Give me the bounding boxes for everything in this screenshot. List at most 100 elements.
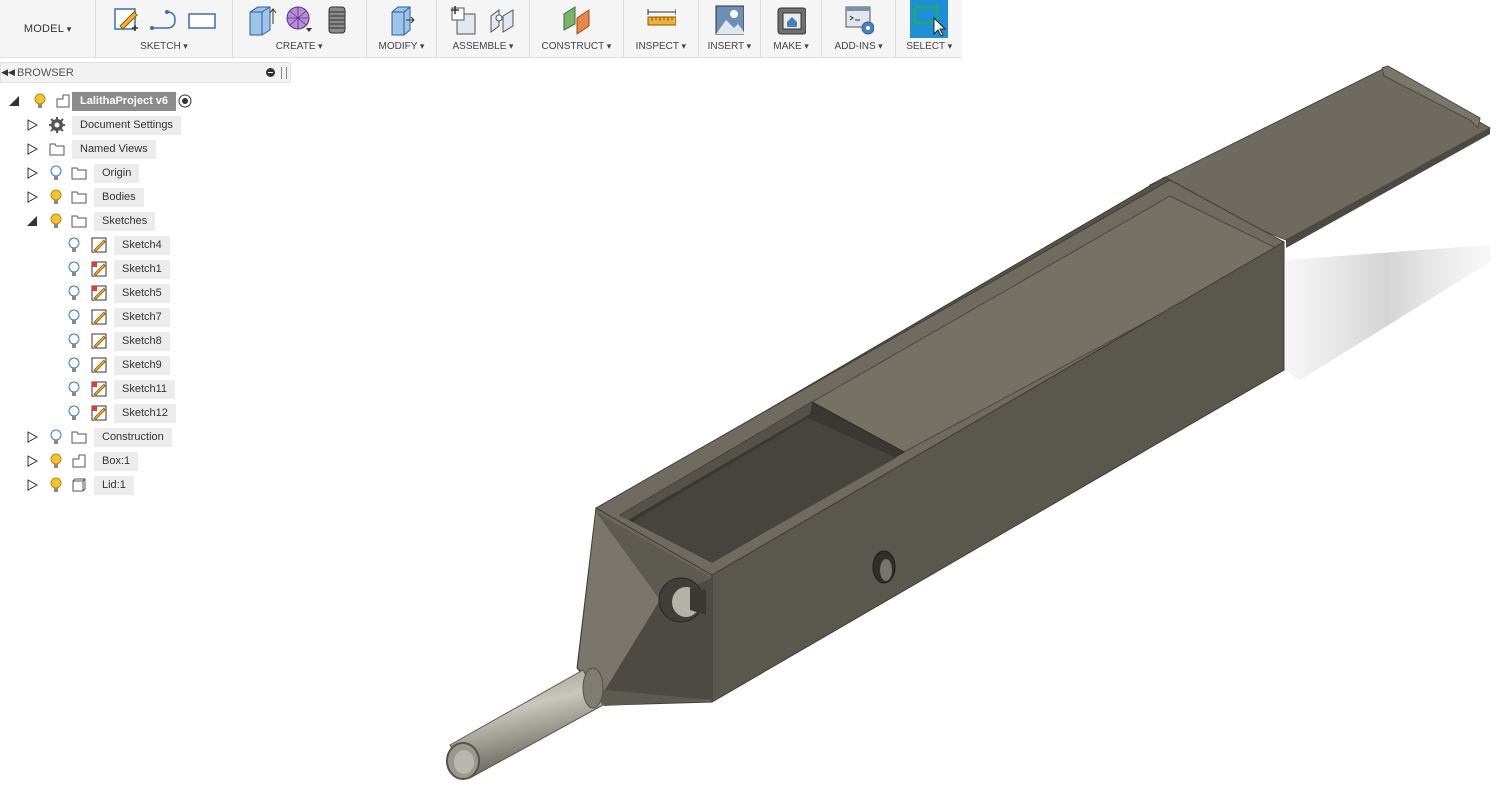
expand-open-icon[interactable] — [8, 94, 20, 108]
tree-item-box[interactable]: Box:1 — [26, 451, 139, 471]
tree-item-label[interactable]: Sketch11 — [114, 379, 176, 399]
tree-item-sketch[interactable]: Sketch12 — [66, 403, 176, 423]
bulb-off-icon[interactable] — [66, 381, 82, 397]
tree-item-label[interactable]: Construction — [94, 427, 172, 447]
select-menu[interactable]: SELECT — [896, 40, 962, 57]
modify-menu[interactable]: MODIFY — [367, 40, 437, 57]
insert-menu[interactable]: INSERT — [699, 40, 761, 57]
tree-item-sketch[interactable]: Sketch11 — [66, 379, 176, 399]
tree-item-lid[interactable]: Lid:1 — [26, 475, 134, 495]
sketch-icon — [90, 309, 108, 325]
tree-item-sketch[interactable]: Sketch5 — [66, 283, 170, 303]
bulb-on-icon[interactable] — [48, 189, 64, 205]
bulb-off-icon[interactable] — [66, 237, 82, 253]
tree-item-label[interactable]: Lid:1 — [94, 475, 134, 495]
construct-menu[interactable]: CONSTRUCT — [530, 40, 623, 57]
assemble-menu[interactable]: ASSEMBLE — [437, 40, 528, 57]
tree-item-label[interactable]: Sketch12 — [114, 403, 176, 423]
tree-item-label[interactable]: Sketch8 — [114, 331, 170, 351]
new-component-icon[interactable] — [449, 4, 479, 36]
tree-item-sketch[interactable]: Sketch9 — [66, 355, 170, 375]
bulb-off-icon[interactable] — [48, 165, 64, 181]
panel-grip-icon[interactable] — [281, 66, 287, 79]
expand-closed-icon[interactable] — [26, 478, 38, 492]
extrude-icon[interactable] — [246, 4, 277, 36]
tree-item-label[interactable]: Box:1 — [94, 451, 139, 471]
tree-root-label[interactable]: LalithaProject v6 — [72, 91, 177, 111]
offset-plane-icon[interactable] — [561, 4, 591, 36]
rectangle-tool-icon[interactable] — [187, 4, 217, 36]
bulb-off-icon[interactable] — [66, 309, 82, 325]
toolbar: MODEL SKETCH C — [0, 0, 962, 58]
collapse-browser-icon[interactable]: ◀◀ — [1, 67, 15, 78]
expand-open-icon[interactable] — [26, 214, 38, 228]
tree-item-label[interactable]: Sketch1 — [114, 259, 170, 279]
expand-closed-icon[interactable] — [26, 166, 38, 180]
tree-item-label[interactable]: Named Views — [72, 139, 156, 159]
tree-item-label[interactable]: Sketch5 — [114, 283, 170, 303]
form-icon[interactable] — [284, 4, 314, 36]
tree-item-sketch[interactable]: Sketch8 — [66, 331, 170, 351]
bulb-off-icon[interactable] — [66, 261, 82, 277]
tree-item-sketch[interactable]: Sketch7 — [66, 307, 170, 327]
minimize-browser-icon[interactable] — [266, 68, 275, 77]
expand-closed-icon[interactable] — [26, 142, 38, 156]
tree-root[interactable]: LalithaProject v6 — [8, 91, 194, 111]
expand-closed-icon[interactable] — [26, 430, 38, 444]
tree-item-sketches[interactable]: Sketches — [26, 211, 156, 231]
bulb-on-icon[interactable] — [32, 93, 48, 109]
box-cavity — [618, 401, 906, 563]
tree-item-label[interactable]: Document Settings — [72, 115, 181, 135]
model-viewport[interactable] — [0, 0, 1500, 806]
tree-item-label[interactable]: Bodies — [94, 187, 144, 207]
bulb-off-icon[interactable] — [66, 405, 82, 421]
expand-closed-icon[interactable] — [26, 118, 38, 132]
thread-icon[interactable] — [322, 4, 352, 36]
add-ins-menu[interactable]: ADD-INS — [822, 40, 896, 57]
folder-icon — [48, 141, 66, 157]
press-pull-icon[interactable] — [386, 4, 416, 36]
workspace-switcher[interactable]: MODEL — [0, 0, 97, 57]
expand-closed-icon[interactable] — [26, 454, 38, 468]
tree-item-label[interactable]: Origin — [94, 163, 140, 183]
tree-item-named-views[interactable]: Named Views — [26, 139, 156, 159]
bulb-on-icon[interactable] — [48, 453, 64, 469]
3d-print-icon[interactable] — [776, 4, 807, 36]
tree-item-label[interactable]: Sketch4 — [114, 235, 170, 255]
measure-icon[interactable] — [646, 4, 676, 36]
tree-item-construction[interactable]: Construction — [26, 427, 172, 447]
create-menu[interactable]: CREATE — [233, 40, 366, 57]
make-group: MAKE — [761, 0, 822, 57]
activate-radio-icon[interactable] — [176, 93, 194, 109]
bulb-on-icon[interactable] — [48, 213, 64, 229]
sketch-warning-icon — [90, 381, 108, 397]
scripts-icon[interactable] — [844, 4, 874, 36]
bulb-off-icon[interactable] — [66, 357, 82, 373]
tree-item-document-settings[interactable]: Document Settings — [26, 115, 181, 135]
box-front — [711, 241, 1285, 703]
box-top — [594, 179, 1286, 576]
tree-item-origin[interactable]: Origin — [26, 163, 140, 183]
bulb-off-icon[interactable] — [48, 429, 64, 445]
bulb-off-icon[interactable] — [66, 333, 82, 349]
tree-item-label[interactable]: Sketch7 — [114, 307, 170, 327]
create-sketch-icon[interactable] — [111, 4, 141, 36]
select-tool-icon[interactable] — [910, 0, 949, 38]
expand-closed-icon[interactable] — [26, 190, 38, 204]
make-menu[interactable]: MAKE — [761, 40, 821, 57]
bulb-on-icon[interactable] — [48, 477, 64, 493]
tree-item-bodies[interactable]: Bodies — [26, 187, 144, 207]
joint-icon[interactable] — [487, 4, 517, 36]
tree-item-label[interactable]: Sketches — [94, 211, 156, 231]
insert-image-icon[interactable] — [714, 4, 745, 36]
inspect-menu[interactable]: INSPECT — [624, 40, 698, 57]
tree-item-sketch[interactable]: Sketch4 — [66, 235, 170, 255]
bulb-off-icon[interactable] — [66, 285, 82, 301]
sketch-icon — [90, 237, 108, 253]
line-tool-icon[interactable] — [149, 4, 179, 36]
tree-item-sketch[interactable]: Sketch1 — [66, 259, 170, 279]
tree-item-label[interactable]: Sketch9 — [114, 355, 170, 375]
sketch-menu[interactable]: SKETCH — [96, 40, 231, 57]
component-icon — [70, 453, 88, 469]
funnel — [578, 512, 712, 706]
